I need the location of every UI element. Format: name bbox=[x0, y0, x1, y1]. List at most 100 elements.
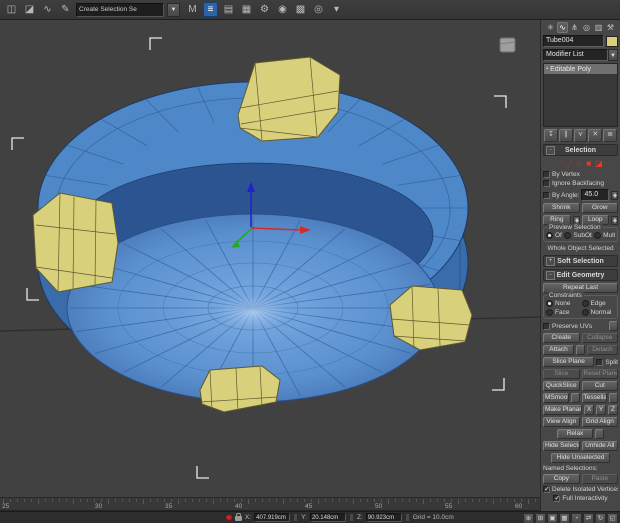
y-coordinate-field[interactable]: 20.148cm bbox=[309, 513, 346, 522]
slice-plane-button[interactable]: Slice Plane bbox=[543, 357, 595, 367]
soft-selection-rollout-header[interactable]: + Soft Selection bbox=[543, 255, 618, 267]
configure-modifier-sets-icon[interactable]: ≣ bbox=[603, 129, 617, 142]
tessellate-button[interactable]: Tessellate bbox=[581, 393, 607, 403]
make-unique-icon[interactable]: ⋎ bbox=[573, 129, 588, 142]
remove-modifier-icon[interactable]: ✕ bbox=[588, 129, 603, 142]
x-coordinate-field[interactable]: 407.919cm bbox=[254, 513, 291, 522]
chevron-down-icon[interactable]: ▼ bbox=[608, 49, 618, 61]
preview-multi-radio[interactable] bbox=[594, 232, 602, 239]
modify-tab[interactable]: ∿ bbox=[557, 22, 568, 33]
layer-manager-icon[interactable]: ▤ bbox=[221, 2, 236, 17]
split-checkbox[interactable] bbox=[596, 358, 604, 366]
edit-named-selection-sets-icon[interactable]: ✎ bbox=[58, 2, 73, 17]
constraint-none-radio[interactable] bbox=[546, 300, 553, 307]
make-planar-button[interactable]: Make Planar bbox=[543, 405, 582, 415]
unhide-all-button[interactable]: Unhide All bbox=[581, 441, 618, 451]
zoom-extents-all-icon[interactable]: ▦ bbox=[559, 513, 570, 523]
pan-icon[interactable]: ⇄ bbox=[583, 513, 594, 523]
modifier-stack[interactable]: ▪ Editable Poly bbox=[543, 63, 618, 127]
field-of-view-icon[interactable]: ◔ bbox=[571, 513, 582, 523]
unlink-selection-icon[interactable]: ◪ bbox=[22, 2, 37, 17]
planar-z-button[interactable]: Z bbox=[608, 405, 618, 415]
grow-button[interactable]: Grow bbox=[581, 203, 618, 213]
by-angle-value[interactable]: 45.0 bbox=[581, 189, 609, 201]
element-icon[interactable]: ◪ bbox=[595, 159, 603, 168]
create-tab[interactable]: ✳ bbox=[545, 22, 556, 33]
stack-item-editable-poly[interactable]: ▪ Editable Poly bbox=[544, 64, 617, 74]
tessellate-settings-button[interactable] bbox=[609, 393, 618, 403]
pin-stack-icon[interactable]: ↧ bbox=[544, 129, 558, 142]
perspective-viewport[interactable] bbox=[0, 20, 540, 497]
relax-button[interactable]: Relax bbox=[557, 429, 593, 439]
render-setup-icon[interactable]: ▩ bbox=[293, 2, 308, 17]
copy-button[interactable]: Copy bbox=[543, 474, 580, 484]
display-tab[interactable]: ▥ bbox=[593, 22, 604, 33]
set-key-icon[interactable] bbox=[226, 514, 232, 521]
x-spinner[interactable] bbox=[293, 513, 299, 522]
paste-button[interactable]: Paste bbox=[581, 474, 618, 484]
cut-button[interactable]: Cut bbox=[581, 381, 618, 391]
selection-rollout-header[interactable]: - Selection bbox=[543, 144, 618, 156]
constraint-face-radio[interactable] bbox=[546, 309, 553, 316]
planar-x-button[interactable]: X bbox=[584, 405, 594, 415]
collapse-button[interactable]: Collapse bbox=[581, 333, 618, 343]
zoom-all-icon[interactable]: ⊞ bbox=[535, 513, 546, 523]
msmooth-button[interactable]: MSmooth bbox=[543, 393, 569, 403]
collapse-icon[interactable]: - bbox=[546, 271, 555, 280]
flyout-arrow-icon[interactable]: ▾ bbox=[329, 2, 344, 17]
msmooth-settings-button[interactable] bbox=[570, 393, 580, 403]
object-name-field[interactable]: Tube004 bbox=[543, 35, 604, 47]
orbit-icon[interactable]: ↻ bbox=[595, 513, 606, 523]
preserve-uvs-settings-button[interactable] bbox=[609, 321, 618, 331]
snaps-toggle-icon[interactable]: ⚙ bbox=[257, 2, 272, 17]
scene-explorer-icon[interactable]: ▦ bbox=[239, 2, 254, 17]
show-end-result-icon[interactable]: ∥ bbox=[558, 129, 573, 142]
z-coordinate-field[interactable]: 90.923cm bbox=[365, 513, 402, 522]
preview-subobj-radio[interactable] bbox=[564, 232, 572, 239]
relax-settings-button[interactable] bbox=[595, 429, 604, 439]
select-and-link-icon[interactable]: ◫ bbox=[4, 2, 19, 17]
vertex-icon[interactable]: ∴ bbox=[558, 159, 563, 168]
constraint-normal-radio[interactable] bbox=[581, 309, 589, 316]
reset-plane-button[interactable]: Reset Plane bbox=[581, 369, 618, 379]
motion-tab[interactable]: ◎ bbox=[581, 22, 592, 33]
maximize-viewport-icon[interactable]: ◱ bbox=[607, 513, 618, 523]
attach-settings-button[interactable] bbox=[576, 345, 585, 355]
align-icon[interactable]: ≡ bbox=[203, 2, 218, 17]
by-angle-checkbox[interactable] bbox=[543, 191, 550, 199]
mirror-icon[interactable]: M bbox=[185, 2, 200, 17]
helper-box-object[interactable] bbox=[499, 37, 516, 53]
object-color-swatch[interactable] bbox=[606, 35, 618, 47]
preserve-uvs-checkbox[interactable] bbox=[543, 322, 550, 330]
hierarchy-tab[interactable]: ⋔ bbox=[569, 22, 580, 33]
named-selection-set-combo[interactable]: Create Selection Se bbox=[76, 2, 164, 17]
shrink-button[interactable]: Shrink bbox=[543, 203, 580, 213]
edit-geometry-rollout-header[interactable]: - Edit Geometry bbox=[543, 269, 618, 281]
planar-y-button[interactable]: Y bbox=[596, 405, 606, 415]
border-icon[interactable]: ◇ bbox=[576, 159, 582, 168]
view-align-button[interactable]: View Align bbox=[543, 417, 580, 427]
attach-button[interactable]: Attach bbox=[543, 345, 574, 355]
detach-button[interactable]: Detach bbox=[587, 345, 618, 355]
edge-icon[interactable]: ╱ bbox=[567, 159, 572, 168]
hide-unselected-button[interactable]: Hide Unselected bbox=[551, 453, 610, 463]
material-editor-icon[interactable]: ◉ bbox=[275, 2, 290, 17]
hide-selected-button[interactable]: Hide Selected bbox=[543, 441, 580, 451]
utilities-tab[interactable]: ⚒ bbox=[605, 22, 616, 33]
loop-spinner[interactable] bbox=[611, 215, 618, 225]
zoom-icon[interactable]: ⊕ bbox=[523, 513, 534, 523]
track-bar[interactable]: 25 30 35 40 45 50 55 60 bbox=[0, 497, 540, 511]
by-angle-spinner[interactable] bbox=[611, 190, 618, 200]
full-interactivity-checkbox[interactable] bbox=[553, 494, 561, 502]
create-button[interactable]: Create bbox=[543, 333, 580, 343]
slice-button[interactable]: Slice bbox=[543, 369, 580, 379]
render-icon[interactable]: ◎ bbox=[311, 2, 326, 17]
constraint-edge-radio[interactable] bbox=[581, 300, 589, 307]
selection-lock-icon[interactable] bbox=[235, 513, 242, 521]
polygon-icon[interactable]: ■ bbox=[586, 159, 591, 168]
viewport-canvas[interactable] bbox=[0, 20, 540, 497]
delete-isolated-vertices-checkbox[interactable] bbox=[543, 485, 550, 493]
bind-to-space-warp-icon[interactable]: ∿ bbox=[40, 2, 55, 17]
collapse-icon[interactable]: - bbox=[546, 146, 555, 155]
by-vertex-checkbox[interactable] bbox=[543, 171, 550, 178]
